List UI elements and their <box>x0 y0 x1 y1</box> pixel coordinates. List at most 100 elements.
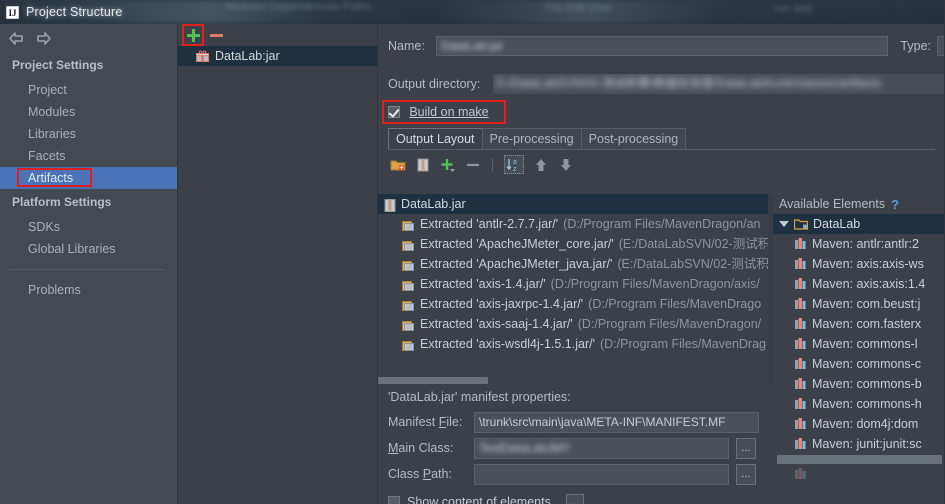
help-question-icon[interactable]: ? <box>891 197 899 212</box>
available-element-item[interactable]: Maven: antlr:antlr:2 <box>773 234 945 254</box>
available-element-item[interactable]: Maven: commons-c <box>773 354 945 374</box>
artifact-jar-icon <box>196 50 209 62</box>
details-tabs: Output Layout Pre-processing Post-proces… <box>388 127 945 149</box>
available-element-item[interactable]: Maven: com.fasterx <box>773 314 945 334</box>
maven-library-icon <box>795 418 807 430</box>
maven-library-icon <box>795 238 807 250</box>
main-class-browse-button[interactable]: ... <box>736 437 756 459</box>
type-field-wrap: Type: <box>900 36 945 56</box>
sidebar-item-sdks[interactable]: SDKs <box>0 216 177 238</box>
sidebar-item-libraries[interactable]: Libraries <box>0 123 177 145</box>
build-on-make-highlight-outline <box>382 100 506 124</box>
tree-row[interactable]: Extracted 'axis-jaxrpc-1.4.jar/' (D:/Pro… <box>378 294 768 314</box>
artifact-list-item[interactable]: DataLab:jar <box>178 46 377 66</box>
main-class-value: TestDataLabJMY <box>479 440 571 455</box>
tree-row[interactable]: Extracted 'axis-wsdl4j-1.5.1.jar/' (D:/P… <box>378 334 768 354</box>
sidebar-item-facets[interactable]: Facets <box>0 145 177 167</box>
tree-row-path: (E:/DataLabSVN/02-测试积 <box>617 257 768 271</box>
tree-row-label: Extracted 'axis-saaj-1.4.jar/' <box>420 317 573 331</box>
sidebar-divider <box>10 269 165 270</box>
minus-icon[interactable] <box>209 28 224 43</box>
available-horizontal-scrollbar-thumb[interactable] <box>777 455 942 464</box>
sidebar-item-problems[interactable]: Problems <box>0 279 177 301</box>
maven-library-icon <box>795 318 807 330</box>
available-element-item-partial[interactable] <box>773 464 945 484</box>
tabs-underline <box>388 148 935 150</box>
chevron-down-icon[interactable] <box>779 221 789 227</box>
available-elements-root[interactable]: DataLab <box>773 214 945 234</box>
sort-alphabetically-icon[interactable]: a z <box>504 155 524 175</box>
available-element-item[interactable]: Maven: commons-b <box>773 374 945 394</box>
sidebar-item-modules[interactable]: Modules <box>0 101 177 123</box>
tab-post-processing[interactable]: Post-processing <box>580 127 687 149</box>
manifest-file-input[interactable]: \trunk\src\main\java\META-INF\MANIFEST.M… <box>474 411 759 433</box>
available-elements-panel: Available Elements ? DataLab Maven: antl… <box>773 194 945 384</box>
sidebar-item-global-libraries[interactable]: Global Libraries <box>0 238 177 260</box>
sidebar-nav-bar <box>0 24 177 52</box>
show-content-checkbox[interactable] <box>388 496 400 504</box>
main-class-input[interactable]: TestDataLabJMY <box>474 437 729 459</box>
tree-row[interactable]: Extracted 'ApacheJMeter_core.jar/' (E:/D… <box>378 234 768 254</box>
available-element-item[interactable]: Maven: dom4j:dom <box>773 414 945 434</box>
move-down-icon[interactable] <box>558 157 574 173</box>
scrollbar-thumb[interactable] <box>378 377 488 384</box>
jar-icon <box>384 198 396 212</box>
move-up-icon[interactable] <box>533 157 549 173</box>
available-element-item[interactable]: Maven: commons-l <box>773 334 945 354</box>
available-element-item[interactable]: Maven: com.beust:j <box>773 294 945 314</box>
class-path-browse-button[interactable]: ... <box>736 463 756 485</box>
tree-row-root[interactable]: DataLab.jar <box>378 194 768 214</box>
available-element-label: Maven: commons-h <box>812 397 922 411</box>
type-label: Type: <box>900 39 931 53</box>
toolbar-separator <box>492 157 493 172</box>
output-layout-toolbar: a z <box>378 154 945 176</box>
tree-row[interactable]: Extracted 'ApacheJMeter_java.jar/' (E:/D… <box>378 254 768 274</box>
available-element-label: Maven: com.beust:j <box>812 297 921 311</box>
available-element-label: Maven: junit:junit:sc <box>812 437 922 451</box>
build-on-make-checkbox[interactable] <box>388 105 400 118</box>
name-input[interactable]: DataLab:jar <box>436 36 889 56</box>
tree-row-path: (D:/Program Files/MavenDrag <box>599 337 766 351</box>
show-content-browse-button[interactable]: ... <box>565 494 584 504</box>
add-copy-icon[interactable] <box>440 157 456 173</box>
arrow-right-icon[interactable] <box>35 31 52 46</box>
output-directory-value: E:/DataLabSVN/02-测试积累/数据实验室/DataLab/trun… <box>497 76 882 90</box>
show-content-row[interactable]: Show content of elements ... <box>378 494 768 504</box>
add-directory-icon[interactable] <box>390 157 406 173</box>
tree-row-label: Extracted 'ApacheJMeter_java.jar/' <box>420 257 613 271</box>
available-element-label: Maven: commons-c <box>812 357 922 371</box>
output-directory-row: Output directory: E:/DataLabSVN/02-测试积累/… <box>378 72 945 96</box>
available-element-item[interactable]: Maven: axis:axis:1.4 <box>773 274 945 294</box>
project-structure-window: Modules Dependencies Paths File Edit Vie… <box>0 0 945 504</box>
available-element-item[interactable]: Maven: commons-h <box>773 394 945 414</box>
main-class-label: Main Class: <box>388 441 454 455</box>
class-path-input[interactable] <box>474 463 729 485</box>
tree-row-root-label: DataLab.jar <box>401 197 466 211</box>
maven-library-icon <box>795 338 807 350</box>
tab-output-layout[interactable]: Output Layout <box>388 127 483 149</box>
remove-icon[interactable] <box>465 157 481 173</box>
arrow-left-icon[interactable] <box>8 31 25 46</box>
extracted-icon <box>402 278 415 291</box>
artifacts-toolbar <box>178 24 377 46</box>
tab-pre-processing[interactable]: Pre-processing <box>481 127 582 149</box>
add-archive-icon[interactable] <box>415 157 431 173</box>
output-directory-input[interactable]: E:/DataLabSVN/02-测试积累/数据实验室/DataLab/trun… <box>493 74 945 94</box>
svg-text:z: z <box>513 166 517 172</box>
intellij-idea-icon: IJ <box>6 5 19 19</box>
tree-row[interactable]: Extracted 'axis-saaj-1.4.jar/' (D:/Progr… <box>378 314 768 334</box>
available-element-item[interactable]: Maven: junit:junit:sc <box>773 434 945 454</box>
output-directory-label: Output directory: <box>388 77 481 91</box>
sidebar-item-artifacts[interactable]: Artifacts <box>0 167 177 189</box>
extracted-icon <box>402 218 415 231</box>
sidebar-item-project[interactable]: Project <box>0 79 177 101</box>
available-element-item[interactable]: Maven: axis:axis-ws <box>773 254 945 274</box>
tree-row[interactable]: Extracted 'axis-1.4.jar/' (D:/Program Fi… <box>378 274 768 294</box>
horizontal-scrollbar[interactable] <box>378 377 768 384</box>
tree-row-path: (D:/Program Files/MavenDragon/an <box>563 217 761 231</box>
tree-row[interactable]: Extracted 'antlr-2.7.7.jar/' (D:/Program… <box>378 214 768 234</box>
class-path-row: Class Path: ... <box>378 461 768 487</box>
manifest-file-row: Manifest File: \trunk\src\main\java\META… <box>378 409 768 435</box>
plus-icon[interactable] <box>186 28 201 43</box>
build-on-make-row[interactable]: Build on make <box>382 100 506 124</box>
